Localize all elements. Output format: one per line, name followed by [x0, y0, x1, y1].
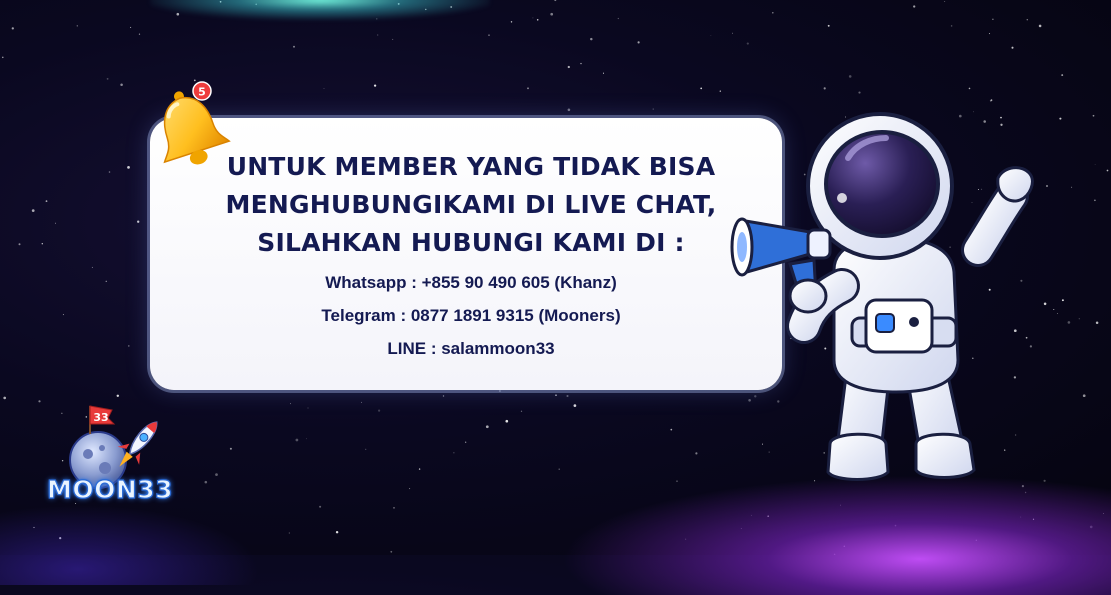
line-contact: LINE : salammoon33 — [387, 339, 555, 358]
brand-name: MOON33 — [46, 474, 174, 504]
contact-list: Whatsapp : +855 90 490 605 (Khanz) Teleg… — [150, 266, 782, 365]
headline-line: SILAHKAN HUBUNGI KAMI DI : — [257, 228, 685, 257]
astronaut-illustration — [730, 112, 1034, 481]
badge-count: 5 — [198, 86, 206, 99]
headline-line: MENGHUBUNGIKAMI DI LIVE CHAT, — [225, 190, 717, 219]
headline-line: UNTUK MEMBER YANG TIDAK BISA — [226, 152, 716, 181]
telegram-contact: Telegram : 0877 1891 9315 (Mooners) — [321, 306, 621, 325]
top-light-glow — [150, 0, 490, 20]
flag-number: 33 — [93, 411, 108, 424]
whatsapp-contact: Whatsapp : +855 90 490 605 (Khanz) — [325, 273, 617, 292]
bell-icon: 5 — [163, 81, 231, 165]
message-card: UNTUK MEMBER YANG TIDAK BISA MENGHUBUNGI… — [150, 118, 782, 390]
headline: UNTUK MEMBER YANG TIDAK BISA MENGHUBUNGI… — [150, 148, 782, 262]
moon33-logo: 33 — [69, 405, 158, 489]
